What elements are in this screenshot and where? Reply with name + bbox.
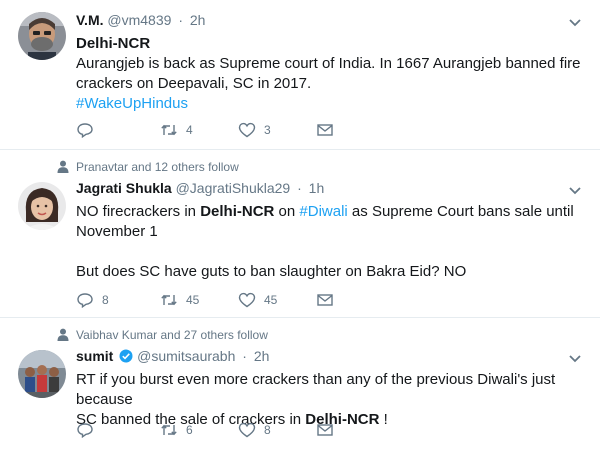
social-context-text: Pranavtar and 12 others follow	[76, 160, 239, 174]
display-name[interactable]: Jagrati Shukla	[76, 180, 172, 196]
social-context[interactable]: Vaibhav Kumar and 27 others follow	[57, 328, 268, 342]
bold-keyword: Delhi-NCR	[200, 203, 275, 220]
reply-icon	[77, 293, 93, 308]
tweet-actions: 6 8	[76, 422, 346, 440]
text-line: But does SC have guts to ban slaughter o…	[76, 263, 467, 280]
hashtag-link[interactable]: #WakeUpHindus	[76, 95, 188, 112]
envelope-icon	[317, 124, 333, 136]
user-handle[interactable]: @sumitsaurabh	[137, 348, 235, 364]
retweet-count: 6	[186, 423, 193, 437]
tweet-sumit[interactable]: Vaibhav Kumar and 27 others follow sumit…	[0, 318, 600, 450]
retweet-button[interactable]: 6	[160, 422, 193, 438]
social-context[interactable]: Pranavtar and 12 others follow	[57, 160, 239, 174]
separator: ·	[242, 348, 247, 364]
like-button[interactable]: 45	[238, 292, 277, 308]
tweet-actions: 4 3	[76, 122, 346, 140]
avatar[interactable]	[18, 182, 66, 230]
tweet-actions: 8 45 45	[76, 292, 346, 310]
like-button[interactable]: 8	[238, 422, 271, 438]
like-count: 45	[264, 293, 278, 307]
retweet-icon	[161, 124, 177, 136]
retweet-count: 45	[186, 293, 200, 307]
dm-button[interactable]	[316, 122, 334, 138]
tweet-jagrati[interactable]: Pranavtar and 12 others follow Jagrati S…	[0, 150, 600, 318]
envelope-icon	[317, 424, 333, 436]
timestamp[interactable]: 2h	[254, 348, 270, 364]
tweet-text: NO firecrackers in Delhi-NCR on #Diwali …	[76, 202, 582, 282]
separator: ·	[297, 180, 302, 196]
retweet-button[interactable]: 45	[160, 292, 199, 308]
text-segment: as Supreme Court bans sale until	[347, 203, 574, 220]
reply-button[interactable]: 8	[76, 292, 109, 308]
separator: ·	[178, 12, 183, 28]
display-name[interactable]: sumit	[76, 348, 113, 364]
avatar[interactable]	[18, 12, 66, 60]
reply-button[interactable]	[76, 422, 102, 438]
like-button[interactable]: 3	[238, 122, 271, 138]
timestamp[interactable]: 1h	[309, 180, 325, 196]
text-line: crackers on Deepavali, SC in 2017.	[76, 75, 312, 92]
timestamp[interactable]: 2h	[190, 12, 206, 28]
text-line: NO firecrackers in Delhi-NCR on #Diwali …	[76, 202, 582, 222]
tweet-header: V.M. @vm4839 · 2h	[76, 12, 205, 28]
person-icon	[57, 160, 69, 173]
envelope-icon	[317, 294, 333, 306]
retweet-icon	[161, 424, 177, 436]
like-count: 3	[264, 123, 271, 137]
tweet-header: Jagrati Shukla @JagratiShukla29 · 1h	[76, 180, 324, 196]
user-handle[interactable]: @JagratiShukla29	[176, 180, 291, 196]
tweet-vm[interactable]: V.M. @vm4839 · 2h Delhi-NCR Aurangjeb is…	[0, 0, 600, 150]
heart-icon	[238, 292, 256, 308]
text-line: Aurangjeb is back as Supreme court of In…	[76, 55, 581, 72]
like-count: 8	[264, 423, 271, 437]
reply-count: 8	[102, 293, 109, 307]
heart-icon	[238, 422, 256, 438]
reply-icon	[77, 123, 93, 138]
person-icon	[57, 328, 69, 341]
retweet-button[interactable]: 4	[160, 122, 193, 138]
social-context-text: Vaibhav Kumar and 27 others follow	[76, 328, 268, 342]
bold-heading: Delhi-NCR	[76, 35, 151, 52]
tweet-text: Delhi-NCR Aurangjeb is back as Supreme c…	[76, 34, 582, 114]
text-segment: NO firecrackers in	[76, 203, 201, 220]
hashtag-link[interactable]: #Diwali	[299, 203, 347, 220]
display-name[interactable]: V.M.	[76, 12, 104, 28]
tweet-header: sumit @sumitsaurabh · 2h	[76, 348, 269, 364]
reply-button[interactable]	[76, 122, 102, 138]
dm-button[interactable]	[316, 422, 334, 438]
retweet-icon	[161, 294, 177, 306]
dm-button[interactable]	[316, 292, 334, 308]
avatar[interactable]	[18, 350, 66, 398]
chevron-down-icon[interactable]	[568, 18, 582, 28]
text-segment: on	[274, 203, 300, 220]
retweet-count: 4	[186, 123, 193, 137]
user-handle[interactable]: @vm4839	[107, 12, 171, 28]
heart-icon	[238, 122, 256, 138]
chevron-down-icon[interactable]	[568, 186, 582, 196]
reply-icon	[77, 423, 93, 438]
chevron-down-icon[interactable]	[568, 354, 582, 364]
verified-badge-icon	[119, 349, 133, 363]
tweet-text: RT if you burst even more crackers than …	[76, 370, 582, 430]
text-line: RT if you burst even more crackers than …	[76, 371, 556, 408]
text-line: November 1	[76, 223, 158, 240]
text-segment: !	[379, 411, 388, 428]
